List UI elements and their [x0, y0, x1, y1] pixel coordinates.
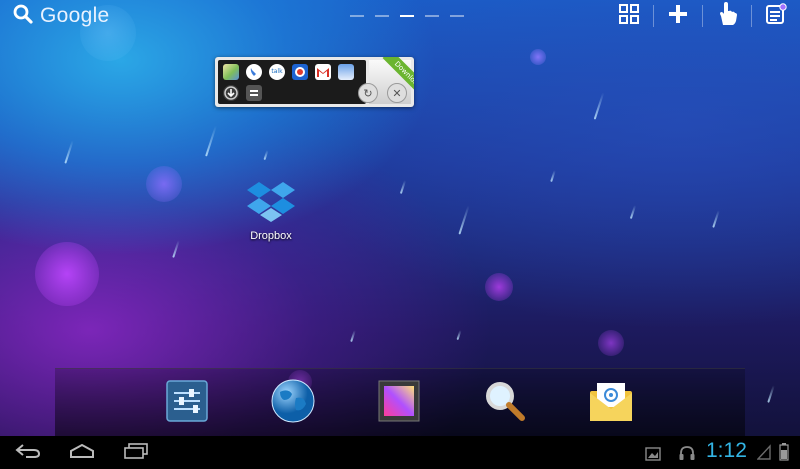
maps-icon[interactable]	[223, 64, 239, 80]
launcher-actions	[605, 0, 800, 32]
rain-streak	[64, 140, 74, 164]
close-button[interactable]: ✕	[387, 83, 407, 103]
add-widget-button[interactable]	[654, 0, 702, 32]
dock-settings[interactable]	[163, 379, 211, 427]
page-indicator-dot	[375, 15, 389, 17]
google-search-label: Google	[40, 4, 110, 27]
system-bar	[0, 436, 800, 469]
rain-streak	[712, 210, 720, 228]
search-icon	[12, 3, 34, 29]
page-indicator-dot-active	[400, 15, 414, 17]
download-arrow-icon[interactable]	[223, 85, 239, 101]
touch-mode-button[interactable]	[703, 0, 751, 32]
desktop-app-dropbox[interactable]: Dropbox	[243, 180, 299, 242]
rain-streak	[767, 385, 775, 403]
page-indicator-dot	[425, 15, 439, 17]
gallery-icon	[377, 379, 421, 427]
battery-icon	[779, 443, 789, 465]
rain-streak	[350, 329, 356, 343]
bokeh-light	[598, 330, 624, 356]
dock-email[interactable]	[587, 379, 635, 427]
hand-pointer-icon	[715, 1, 739, 31]
dock-gallery[interactable]	[375, 379, 423, 427]
plus-icon	[668, 4, 688, 28]
back-button[interactable]	[8, 440, 48, 466]
bokeh-light	[530, 49, 546, 65]
recent-apps-icon	[122, 443, 150, 463]
dropbox-icon	[246, 182, 296, 228]
top-bar: Google	[0, 0, 800, 32]
notepad-icon	[765, 3, 787, 29]
browser-icon	[270, 378, 316, 428]
rain-streak	[172, 240, 180, 258]
notes-button[interactable]	[752, 0, 800, 32]
rain-streak	[263, 149, 269, 161]
rain-streak	[593, 92, 605, 120]
signal-icon	[756, 444, 771, 464]
bokeh-light	[146, 166, 182, 202]
page-indicator	[350, 15, 464, 17]
app-label: Dropbox	[250, 230, 292, 242]
rain-streak	[399, 180, 407, 194]
email-icon	[588, 379, 634, 427]
rain-streak	[550, 169, 556, 183]
talk-icon[interactable]: talk	[269, 64, 285, 80]
apps-grid-icon	[618, 3, 640, 29]
dock-browser[interactable]	[269, 379, 317, 427]
recent-apps-button[interactable]	[116, 440, 156, 466]
dock-search[interactable]	[481, 379, 529, 427]
bokeh-light	[485, 273, 513, 301]
search-icon	[483, 379, 527, 427]
page-indicator-dot	[450, 15, 464, 17]
google-search-button[interactable]: Google	[12, 3, 110, 29]
rain-streak	[456, 329, 462, 341]
home-icon	[68, 443, 96, 463]
refresh-button[interactable]: ↻	[358, 83, 378, 103]
gmail-icon[interactable]	[315, 64, 331, 80]
rain-streak	[205, 125, 217, 157]
headset-icon[interactable]	[678, 445, 696, 465]
equals-icon[interactable]	[246, 85, 262, 101]
status-clock[interactable]: 1:12	[706, 439, 747, 463]
page-indicator-dot	[350, 15, 364, 17]
home-button[interactable]	[62, 440, 102, 466]
widget-icon-panel: talk	[218, 60, 366, 104]
rain-streak	[458, 205, 470, 235]
settings-icon	[165, 379, 209, 427]
apps-grid-button[interactable]	[605, 0, 653, 32]
back-icon	[14, 443, 42, 463]
power-control-widget[interactable]: talk Download ↻ ✕	[215, 57, 414, 107]
dock	[55, 368, 745, 437]
gallery-notification-icon[interactable]	[645, 446, 661, 465]
google-voice-icon[interactable]	[246, 64, 262, 80]
latitude-icon[interactable]	[292, 64, 308, 80]
rain-streak	[629, 205, 637, 219]
calendar-icon[interactable]	[338, 64, 354, 80]
bokeh-light	[35, 242, 99, 306]
